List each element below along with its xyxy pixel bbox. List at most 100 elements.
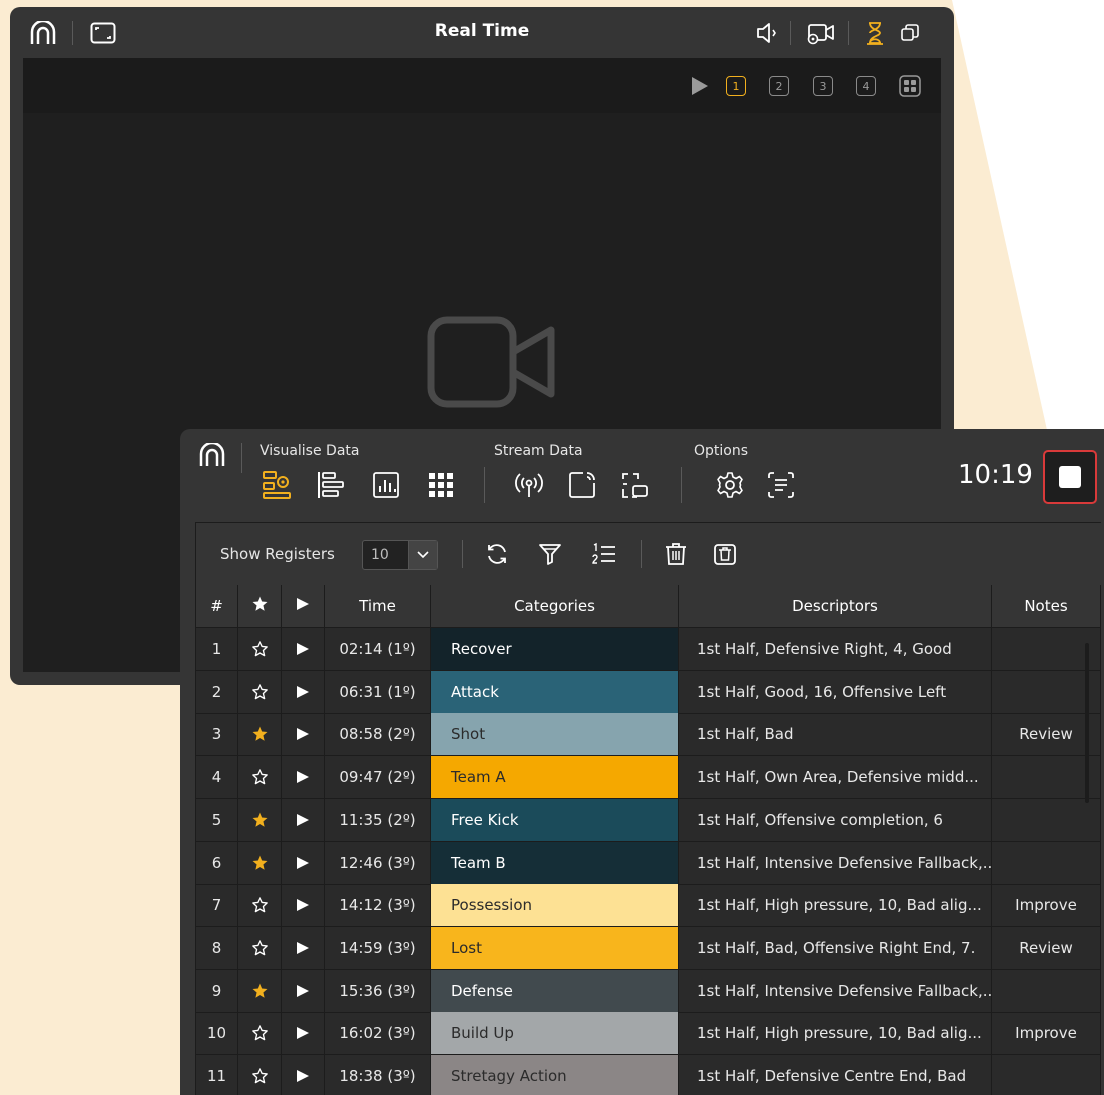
row-play-button[interactable] bbox=[282, 841, 325, 885]
col-categories-header[interactable]: Categories bbox=[431, 585, 679, 627]
row-descriptors[interactable]: 1st Half, Defensive Centre End, Bad bbox=[679, 1055, 992, 1095]
row-category[interactable]: Team A bbox=[431, 756, 679, 800]
row-play-button[interactable] bbox=[282, 756, 325, 800]
camera-1-button[interactable]: 1 bbox=[726, 76, 746, 96]
row-category[interactable]: Recover bbox=[431, 628, 679, 671]
favorite-toggle[interactable] bbox=[238, 1012, 282, 1056]
hourglass-icon[interactable] bbox=[865, 21, 885, 45]
row-play-button[interactable] bbox=[282, 884, 325, 928]
table-row[interactable]: 3 08:58 (2º) Shot 1st Half, Bad Review bbox=[196, 713, 1101, 757]
table-row[interactable]: 11 18:38 (3º) Stretagy Action 1st Half, Def… bbox=[196, 1055, 1101, 1095]
row-descriptors[interactable]: 1st Half, Own Area, Defensive midd... bbox=[679, 756, 992, 800]
row-category[interactable]: Lost bbox=[431, 926, 679, 970]
row-category[interactable]: Attack bbox=[431, 670, 679, 714]
restore-window-icon[interactable] bbox=[900, 23, 920, 43]
row-number: 6 bbox=[196, 841, 238, 885]
favorite-toggle[interactable] bbox=[238, 798, 282, 842]
row-note[interactable] bbox=[992, 1055, 1101, 1095]
clear-all-icon[interactable] bbox=[713, 542, 737, 566]
col-notes-header[interactable]: Notes bbox=[992, 585, 1101, 627]
row-category[interactable]: Defense bbox=[431, 969, 679, 1013]
favorite-toggle[interactable] bbox=[238, 926, 282, 970]
favorite-toggle[interactable] bbox=[238, 713, 282, 757]
row-descriptors[interactable]: 1st Half, Defensive Right, 4, Good bbox=[679, 628, 992, 671]
col-descriptors-header[interactable]: Descriptors bbox=[679, 585, 992, 627]
row-note[interactable] bbox=[992, 969, 1101, 1013]
row-category[interactable]: Free Kick bbox=[431, 798, 679, 842]
row-note[interactable]: Improve bbox=[992, 1012, 1101, 1056]
col-play-header[interactable] bbox=[282, 585, 325, 627]
table-view-icon[interactable] bbox=[262, 470, 292, 500]
row-category[interactable]: Stretagy Action bbox=[431, 1055, 679, 1095]
table-row[interactable]: 2 06:31 (1º) Attack 1st Half, Good, 16, Off… bbox=[196, 670, 1101, 714]
row-play-button[interactable] bbox=[282, 798, 325, 842]
screen-share-icon[interactable] bbox=[620, 470, 650, 500]
row-play-button[interactable] bbox=[282, 1012, 325, 1056]
col-star-header[interactable] bbox=[238, 585, 282, 627]
registers-select[interactable]: 10 bbox=[362, 540, 438, 570]
row-descriptors[interactable]: 1st Half, Good, 16, Offensive Left bbox=[679, 670, 992, 714]
grid-view-icon[interactable] bbox=[426, 470, 456, 500]
row-descriptors[interactable]: 1st Half, Bad, Offensive Right End, 7. bbox=[679, 926, 992, 970]
settings-icon[interactable] bbox=[715, 470, 745, 500]
camera-2-button[interactable]: 2 bbox=[769, 76, 789, 96]
row-category[interactable]: Team B bbox=[431, 841, 679, 885]
notes-icon[interactable] bbox=[766, 470, 796, 500]
table-row[interactable]: 5 11:35 (2º) Free Kick 1st Half, Offensive … bbox=[196, 798, 1101, 842]
chart-icon[interactable] bbox=[371, 470, 401, 500]
row-descriptors[interactable]: 1st Half, High pressure, 10, Bad alig... bbox=[679, 884, 992, 928]
favorite-toggle[interactable] bbox=[238, 670, 282, 714]
table-row[interactable]: 8 14:59 (3º) Lost 1st Half, Bad, Offensive … bbox=[196, 926, 1101, 970]
row-note[interactable]: Improve bbox=[992, 884, 1101, 928]
row-play-button[interactable] bbox=[282, 1055, 325, 1095]
row-note[interactable] bbox=[992, 798, 1101, 842]
col-time-header[interactable]: Time bbox=[325, 585, 431, 627]
row-note[interactable] bbox=[992, 841, 1101, 885]
options-label: Options bbox=[694, 443, 749, 459]
row-descriptors[interactable]: 1st Half, Offensive completion, 6 bbox=[679, 798, 992, 842]
favorite-toggle[interactable] bbox=[238, 969, 282, 1013]
refresh-icon[interactable] bbox=[485, 542, 509, 566]
table-row[interactable]: 4 09:47 (2º) Team A 1st Half, Own Area, Def… bbox=[196, 756, 1101, 800]
table-row[interactable]: 9 15:36 (3º) Defense 1st Half, Intensive De… bbox=[196, 969, 1101, 1013]
table-row[interactable]: 1 02:14 (1º) Recover 1st Half, Defensive Ri… bbox=[196, 628, 1101, 671]
favorite-toggle[interactable] bbox=[238, 756, 282, 800]
row-category[interactable]: Shot bbox=[431, 713, 679, 757]
row-note[interactable]: Review bbox=[992, 926, 1101, 970]
grid-icon[interactable] bbox=[899, 75, 921, 97]
filter-icon[interactable] bbox=[538, 542, 562, 566]
play-icon bbox=[296, 770, 310, 784]
table-row[interactable]: 6 12:46 (3º) Team B 1st Half, Intensive Def… bbox=[196, 841, 1101, 885]
favorite-toggle[interactable] bbox=[238, 628, 282, 671]
row-play-button[interactable] bbox=[282, 670, 325, 714]
scrollbar[interactable] bbox=[1085, 643, 1089, 803]
row-play-button[interactable] bbox=[282, 969, 325, 1013]
row-descriptors[interactable]: 1st Half, Intensive Defensive Fallback,.… bbox=[679, 969, 992, 1013]
broadcast-icon[interactable] bbox=[514, 470, 544, 500]
favorite-toggle[interactable] bbox=[238, 1055, 282, 1095]
stop-button[interactable] bbox=[1043, 450, 1097, 504]
camera-3-button[interactable]: 3 bbox=[813, 76, 833, 96]
cast-icon[interactable] bbox=[567, 470, 597, 500]
speaker-icon[interactable] bbox=[755, 22, 779, 44]
timeline-icon[interactable] bbox=[316, 470, 346, 500]
row-play-button[interactable] bbox=[282, 628, 325, 671]
table-row[interactable]: 7 14:12 (3º) Possession 1st Half, High pres… bbox=[196, 884, 1101, 928]
row-category[interactable]: Possession bbox=[431, 884, 679, 928]
trash-icon[interactable] bbox=[664, 542, 688, 566]
favorite-toggle[interactable] bbox=[238, 884, 282, 928]
row-play-button[interactable] bbox=[282, 926, 325, 970]
camera-settings-icon[interactable] bbox=[805, 22, 835, 46]
row-descriptors[interactable]: 1st Half, Intensive Defensive Fallback,.… bbox=[679, 841, 992, 885]
camera-4-button[interactable]: 4 bbox=[856, 76, 876, 96]
row-play-button[interactable] bbox=[282, 713, 325, 757]
play-icon[interactable] bbox=[690, 75, 710, 97]
table-row[interactable]: 10 16:02 (3º) Build Up 1st Half, High press… bbox=[196, 1012, 1101, 1056]
row-descriptors[interactable]: 1st Half, High pressure, 10, Bad alig... bbox=[679, 1012, 992, 1056]
row-time: 15:36 (3º) bbox=[325, 969, 431, 1013]
favorite-toggle[interactable] bbox=[238, 841, 282, 885]
row-category[interactable]: Build Up bbox=[431, 1012, 679, 1056]
chevron-down-icon[interactable] bbox=[408, 541, 437, 569]
row-descriptors[interactable]: 1st Half, Bad bbox=[679, 713, 992, 757]
sort-list-icon[interactable] bbox=[591, 542, 617, 566]
